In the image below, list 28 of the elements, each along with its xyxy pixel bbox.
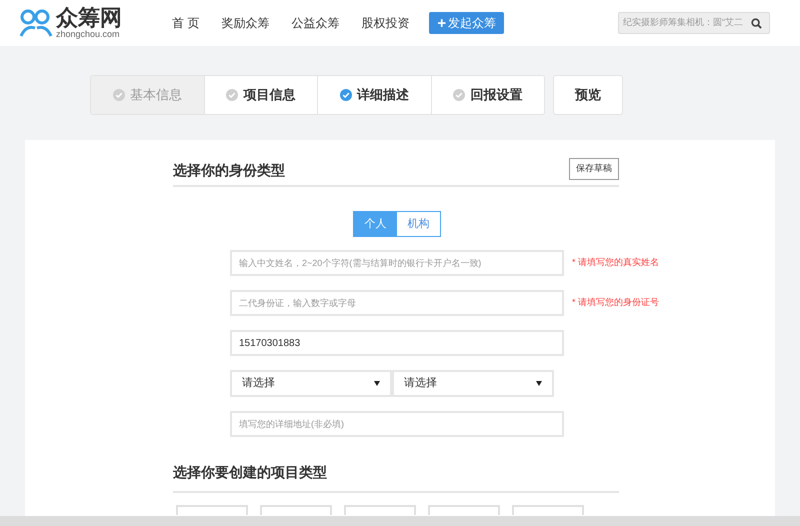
section-title: 选择你的身份类型: [173, 161, 285, 180]
hint-text: * 请填写您的真实姓名: [572, 256, 660, 270]
search-icon[interactable]: [751, 18, 762, 28]
check-icon: [112, 89, 125, 101]
caret-icon: [374, 381, 380, 386]
search-field[interactable]: 纪实摄影师筹集相机：圆“艾二: [618, 12, 770, 34]
check-icon: [340, 89, 352, 101]
step-tab[interactable]: 回报设置: [430, 76, 544, 114]
input-field[interactable]: 二代身份证，输入数字或字母: [230, 290, 564, 316]
hint-text: * 请填写您的身份证号: [572, 296, 660, 310]
section-title: 选择你要创建的项目类型: [173, 464, 327, 480]
logo-text: 众筹网: [56, 7, 122, 29]
input-field[interactable]: 输入中文姓名，2~20个字符(需与结算时的银行卡开户名一致): [230, 250, 564, 276]
logo-domain: zhongchou.com: [56, 30, 121, 39]
nav-link[interactable]: 股权投资: [361, 14, 410, 32]
nav-link[interactable]: 首 页: [172, 14, 200, 32]
check-icon: [226, 89, 238, 101]
input-field[interactable]: 15170301883: [230, 330, 564, 356]
select-dropdown[interactable]: 请选择: [230, 370, 392, 397]
caret-icon: [536, 381, 542, 386]
check-icon: [453, 89, 466, 101]
save-draft-button[interactable]: 保存草稿: [569, 158, 619, 180]
nav-link[interactable]: 公益众筹: [291, 14, 340, 32]
preview-button[interactable]: 预览: [553, 75, 623, 115]
nav-link[interactable]: 奖励众筹: [221, 14, 270, 32]
logo-icon: [18, 8, 54, 38]
select-dropdown[interactable]: 请选择: [392, 370, 554, 397]
input-field[interactable]: 填写您的详细地址(非必填): [230, 411, 564, 437]
